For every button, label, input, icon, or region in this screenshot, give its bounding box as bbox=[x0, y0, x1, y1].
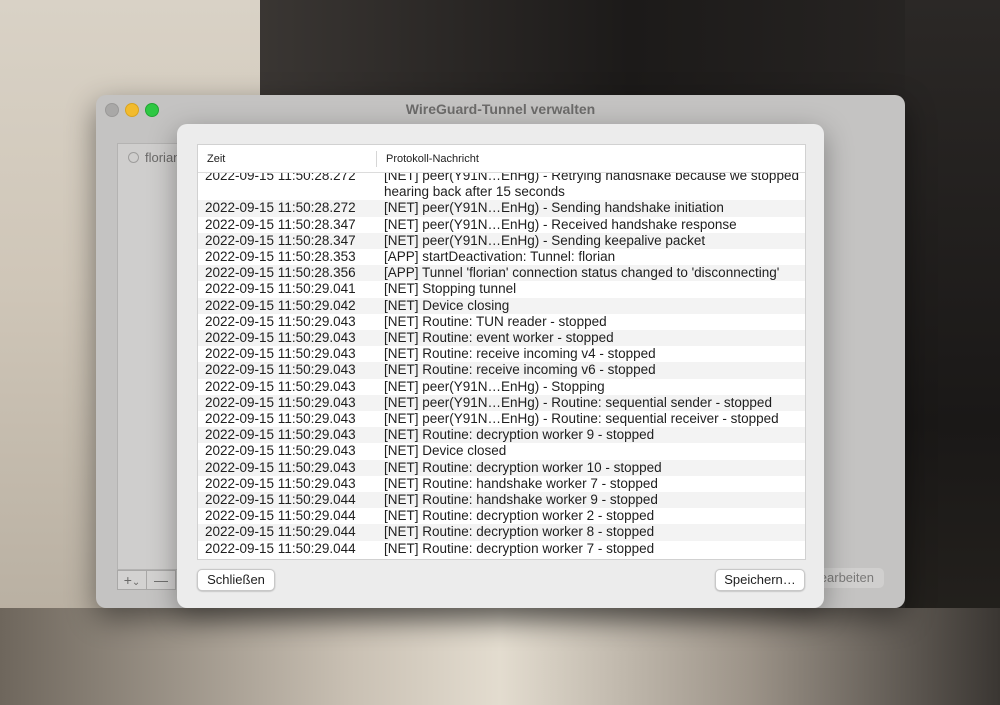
log-time-cell: 2022-09-15 11:50:29.043 bbox=[205, 394, 356, 410]
log-message-cell: [NET] Routine: decryption worker 10 - st… bbox=[384, 459, 662, 475]
log-message-cell: [NET] peer(Y91N…EnHg) - Sending keepaliv… bbox=[384, 232, 706, 248]
table-row[interactable]: 2022-09-15 11:50:29.044 [NET] Routine: de… bbox=[198, 524, 805, 541]
background-photo-top bbox=[260, 0, 1000, 110]
log-time-cell: 2022-09-15 11:50:29.044 bbox=[205, 492, 356, 508]
table-row[interactable]: 2022-09-15 11:50:29.043 [NET] Routine: de… bbox=[198, 459, 805, 476]
log-message-cell: [NET] Routine: receive incoming v4 - sto… bbox=[384, 346, 656, 362]
save-button[interactable]: Speichern… bbox=[715, 569, 805, 591]
log-time-cell: 2022-09-15 11:50:29.043 bbox=[205, 378, 356, 394]
column-header-message[interactable]: Protokoll-Nachricht bbox=[386, 153, 479, 165]
log-message-cell: [NET] peer(Y91N…EnHg) - Routine: sequent… bbox=[384, 394, 772, 410]
log-message-cell: [NET] peer(Y91N…EnHg) - Sending handshak… bbox=[384, 200, 724, 216]
log-message-cell: [NET] Device closed bbox=[384, 443, 507, 459]
table-row[interactable]: 2022-09-15 11:50:28.272 [NET] peer(Y91N…E… bbox=[198, 200, 805, 217]
tunnel-list-toolbar: +⌄ — bbox=[117, 570, 176, 590]
log-time-cell: 2022-09-15 11:50:28.356 bbox=[205, 265, 356, 281]
log-message-cell: [NET] Routine: decryption worker 9 - sto… bbox=[384, 427, 655, 443]
log-time-cell: 2022-09-15 11:50:29.044 bbox=[205, 540, 356, 556]
table-row[interactable]: 2022-09-15 11:50:29.043 [NET] Routine: TU… bbox=[198, 314, 805, 330]
table-row[interactable]: 2022-09-15 11:50:29.043 [NET] Routine: ev… bbox=[198, 330, 805, 347]
remove-tunnel-button[interactable]: — bbox=[147, 571, 175, 589]
log-time-cell: 2022-09-15 11:50:29.043 bbox=[205, 475, 356, 491]
log-time-cell: 2022-09-15 11:50:29.043 bbox=[205, 427, 356, 443]
table-row[interactable]: 2022-09-15 11:50:29.043 [NET] Routine: re… bbox=[198, 362, 805, 379]
table-row[interactable]: 2022-09-15 11:50:29.043 [NET] peer(Y91N…E… bbox=[198, 394, 805, 412]
column-header-time[interactable]: Zeit bbox=[207, 153, 225, 165]
log-table[interactable]: Zeit Protokoll-Nachricht 2022-09-15 11:5… bbox=[197, 144, 806, 560]
log-time-cell: 2022-09-15 11:50:29.043 bbox=[205, 443, 356, 459]
plus-icon: + bbox=[123, 572, 132, 588]
tunnel-list-item[interactable]: florian bbox=[128, 150, 180, 165]
close-button[interactable]: Schließen bbox=[197, 569, 275, 591]
log-message-cell: [NET] Routine: handshake worker 9 - stop… bbox=[384, 492, 658, 508]
log-time-cell: 2022-09-15 11:50:29.043 bbox=[205, 459, 356, 475]
add-tunnel-button[interactable]: +⌄ bbox=[118, 571, 147, 589]
log-time-cell: 2022-09-15 11:50:29.044 bbox=[205, 524, 356, 540]
log-message-cell: [NET] peer(Y91N…EnHg) - Stopping bbox=[384, 378, 605, 394]
log-time-cell: 2022-09-15 11:50:29.042 bbox=[205, 297, 356, 313]
table-row[interactable]: 2022-09-15 11:50:28.353 [APP] startDeacti… bbox=[198, 249, 805, 265]
table-row[interactable]: 2022-09-15 11:50:28.356 [APP] Tunnel 'flo… bbox=[198, 265, 805, 282]
log-time-cell: 2022-09-15 11:50:29.043 bbox=[205, 411, 356, 427]
table-row[interactable]: 2022-09-15 11:50:29.043 [NET] Device clos… bbox=[198, 443, 805, 459]
background-photo-bottom bbox=[0, 608, 1000, 705]
log-message-cell: [NET] Routine: decryption worker 8 - sto… bbox=[384, 524, 655, 540]
log-time-cell: 2022-09-15 11:50:29.043 bbox=[205, 346, 356, 362]
log-time-cell: 2022-09-15 11:50:28.272 bbox=[205, 200, 356, 216]
table-row[interactable]: 2022-09-15 11:50:29.043 [NET] Routine: de… bbox=[198, 427, 805, 444]
log-time-cell: 2022-09-15 11:50:29.041 bbox=[205, 281, 356, 297]
log-message-cell: [NET] Device closing bbox=[384, 297, 510, 313]
table-row[interactable]: 2022-09-15 11:50:29.041 [NET] Stopping tu… bbox=[198, 281, 805, 297]
table-row[interactable]: 2022-09-15 11:50:28.347 [NET] peer(Y91N…E… bbox=[198, 217, 805, 233]
log-message-cell: [NET] Routine: TUN reader - stopped bbox=[384, 313, 607, 329]
table-row[interactable]: 2022-09-15 11:50:29.043 [NET] peer(Y91N…E… bbox=[198, 379, 805, 395]
log-message-cell: [NET] Routine: handshake worker 7 - stop… bbox=[384, 475, 658, 491]
log-message-cell: [NET] Routine: decryption worker 7 - sto… bbox=[384, 540, 655, 556]
log-sheet: Zeit Protokoll-Nachricht 2022-09-15 11:5… bbox=[177, 124, 824, 608]
table-row[interactable]: 2022-09-15 11:50:29.044 [NET] Routine: de… bbox=[198, 508, 805, 524]
log-time-cell: 2022-09-15 11:50:29.043 bbox=[205, 362, 356, 378]
window-title: WireGuard-Tunnel verwalten bbox=[405, 101, 596, 117]
log-message-cell: [NET] peer(Y91N…EnHg) - Received handsha… bbox=[384, 216, 737, 232]
log-message-cell: [NET] Routine: receive incoming v6 - sto… bbox=[384, 362, 656, 378]
table-row[interactable]: 2022-09-15 11:50:29.043 [NET] peer(Y91N…E… bbox=[198, 411, 805, 427]
log-time-cell: 2022-09-15 11:50:29.044 bbox=[205, 508, 356, 524]
log-table-header: Zeit Protokoll-Nachricht bbox=[198, 145, 805, 173]
log-time-cell: 2022-09-15 11:50:28.347 bbox=[205, 232, 356, 248]
table-row[interactable]: 2022-09-15 11:50:29.042 [NET] Device clos… bbox=[198, 297, 805, 314]
log-time-cell: 2022-09-15 11:50:29.043 bbox=[205, 330, 356, 346]
log-message-cell: [NET] Stopping tunnel bbox=[384, 281, 517, 297]
log-message-cell: [NET] Routine: event worker - stopped bbox=[384, 330, 614, 346]
log-message-cell: [NET] Routine: decryption worker 2 - sto… bbox=[384, 508, 655, 524]
log-message-cell: [APP] Tunnel 'florian' connection status… bbox=[384, 265, 780, 281]
column-divider bbox=[376, 151, 377, 167]
log-time-cell: 2022-09-15 11:50:29.043 bbox=[205, 313, 356, 329]
tunnel-name: florian bbox=[145, 150, 181, 165]
table-row[interactable]: 2022-09-15 11:50:29.043 [NET] Routine: re… bbox=[198, 346, 805, 362]
background-photo-right bbox=[905, 0, 1000, 705]
minus-icon: — bbox=[154, 572, 168, 588]
window-titlebar[interactable]: WireGuard-Tunnel verwalten bbox=[96, 95, 905, 123]
log-rows: 2022-09-15 11:50:28.272 [NET] peer(Y91N…E… bbox=[198, 168, 805, 557]
status-dot-icon bbox=[128, 152, 139, 163]
log-time-cell: 2022-09-15 11:50:28.353 bbox=[205, 249, 356, 265]
chevron-down-icon: ⌄ bbox=[131, 577, 141, 588]
table-row[interactable]: 2022-09-15 11:50:29.044 [NET] Routine: ha… bbox=[198, 492, 805, 509]
log-message-cell: [APP] startDeactivation: Tunnel: florian bbox=[384, 249, 616, 265]
table-row[interactable]: 2022-09-15 11:50:29.043 [NET] Routine: ha… bbox=[198, 476, 805, 492]
table-row[interactable]: 2022-09-15 11:50:28.347 [NET] peer(Y91N…E… bbox=[198, 232, 805, 250]
log-message-cell: [NET] peer(Y91N…EnHg) - Routine: sequent… bbox=[384, 411, 779, 427]
table-row[interactable]: 2022-09-15 11:50:29.044 [NET] Routine: de… bbox=[198, 541, 805, 557]
log-time-cell: 2022-09-15 11:50:28.347 bbox=[205, 216, 356, 232]
